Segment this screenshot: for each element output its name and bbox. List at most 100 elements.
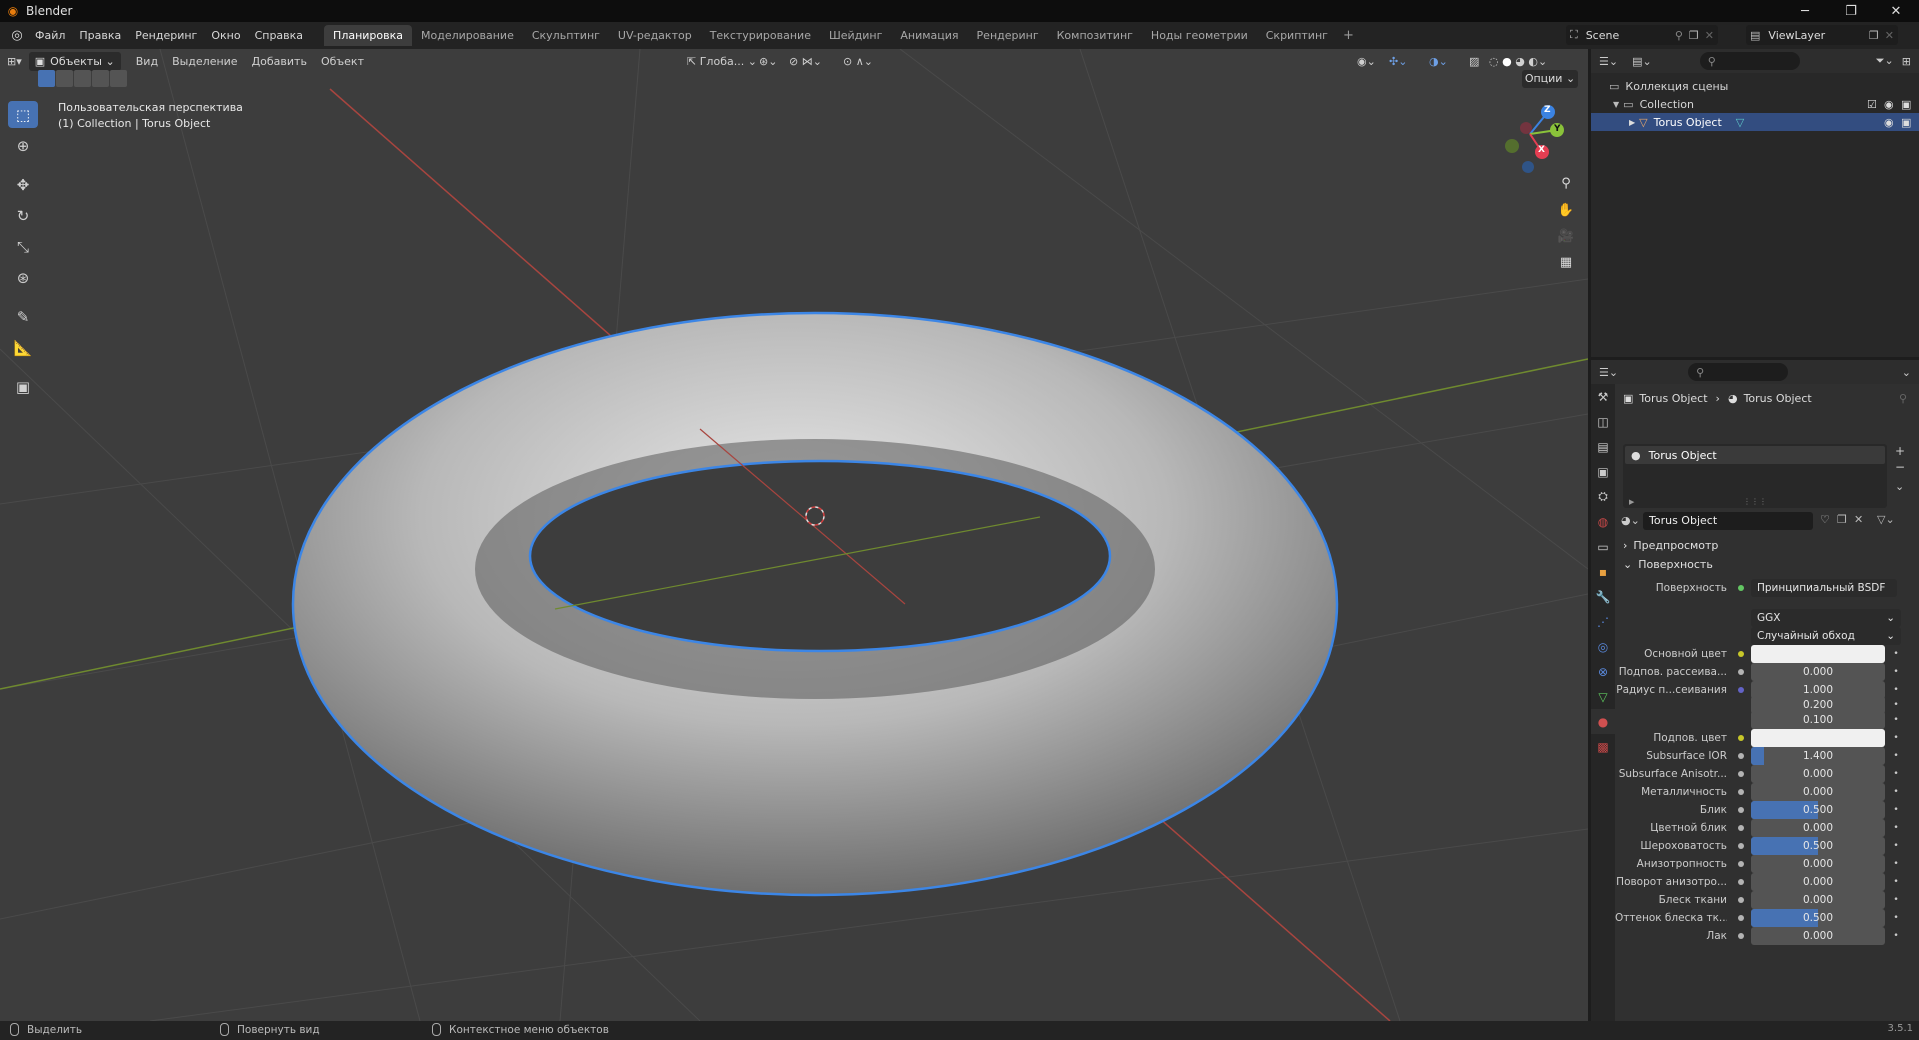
rendered-shading-icon[interactable]: ◐: [1528, 55, 1538, 68]
socket-dot[interactable]: [1735, 933, 1747, 939]
tab-texture-paint[interactable]: Текстурирование: [701, 25, 820, 46]
resize-handle-icon[interactable]: ⋮⋮⋮: [1743, 497, 1767, 506]
socket-dot[interactable]: [1735, 789, 1747, 795]
menu-render[interactable]: Рендеринг: [128, 26, 204, 46]
gizmo-x-label[interactable]: X: [1538, 145, 1545, 155]
gizmo-toggle-icon[interactable]: ✣⌄: [1382, 52, 1414, 72]
particles-tab-icon[interactable]: ⋰: [1591, 609, 1615, 634]
socket-dot[interactable]: [1735, 879, 1747, 885]
constraints-tab-icon[interactable]: ⊗: [1591, 659, 1615, 684]
wireframe-shading-icon[interactable]: ◌: [1489, 55, 1499, 68]
tab-animation[interactable]: Анимация: [891, 25, 967, 46]
select-mode-buttons[interactable]: [38, 70, 128, 87]
editor-type-icon[interactable]: ⊞▾: [0, 52, 29, 72]
keyframe-dot-icon[interactable]: •: [1891, 715, 1901, 725]
tab-compositing[interactable]: Композитинг: [1048, 25, 1142, 46]
socket-dot[interactable]: [1735, 669, 1747, 675]
keyframe-dot-icon[interactable]: •: [1891, 931, 1901, 941]
tab-geometry-nodes[interactable]: Ноды геометрии: [1142, 25, 1257, 46]
render-camera-icon[interactable]: ▣: [1901, 116, 1911, 129]
scale-tool-icon[interactable]: ⤡: [8, 233, 38, 260]
measure-tool-icon[interactable]: 📐: [8, 334, 38, 361]
add-workspace-button[interactable]: +: [1337, 28, 1360, 43]
pan-hand-icon[interactable]: ✋: [1553, 198, 1579, 222]
socket-dot[interactable]: [1735, 843, 1747, 849]
select-mode-intersect-icon[interactable]: [110, 70, 127, 87]
socket-dot[interactable]: [1735, 915, 1747, 921]
remove-scene-icon[interactable]: ✕: [1705, 29, 1714, 42]
fake-user-icon[interactable]: ♡: [1820, 513, 1830, 526]
value-slider[interactable]: 1.400: [1751, 747, 1885, 765]
scene-selector[interactable]: ⛶ Scene ⚲ ❐ ✕: [1566, 25, 1718, 45]
tab-shading[interactable]: Шейдинг: [820, 25, 891, 46]
3d-viewport[interactable]: Z Y X ⊞▾ ▣ Объекты ⌄ Вид Выделение Добав…: [0, 49, 1588, 1021]
keyframe-dot-icon[interactable]: •: [1891, 895, 1901, 905]
outliner-search-input[interactable]: ⚲: [1699, 52, 1800, 70]
keyframe-dot-icon[interactable]: •: [1891, 685, 1901, 695]
preview-panel-header[interactable]: › Предпросмотр: [1623, 539, 1718, 552]
collection-tab-icon[interactable]: ▭: [1591, 534, 1615, 559]
options-button[interactable]: Опции ⌄: [1522, 70, 1578, 88]
modifier-tab-icon[interactable]: 🔧: [1591, 584, 1615, 609]
snap-icon[interactable]: ⊘ ⋈⌄: [782, 52, 829, 72]
outliner-collection-row[interactable]: ▼ ▭ Collection ☑ ◉ ▣: [1591, 95, 1919, 113]
display-mode-icon[interactable]: ▤⌄: [1632, 55, 1652, 68]
socket-dot[interactable]: [1735, 753, 1747, 759]
value-slider[interactable]: 0.100: [1751, 711, 1885, 729]
menu-object[interactable]: Объект: [314, 52, 371, 72]
tab-sculpting[interactable]: Скульптинг: [523, 25, 609, 46]
chevron-down-icon[interactable]: ⌄: [1902, 366, 1911, 379]
keyframe-dot-icon[interactable]: •: [1891, 859, 1901, 869]
proportional-edit-icon[interactable]: ⊙ ∧⌄: [836, 52, 880, 72]
socket-dot[interactable]: [1735, 771, 1747, 777]
annotate-tool-icon[interactable]: ✎: [8, 303, 38, 330]
surface-panel-header[interactable]: ⌄ Поверхность: [1623, 558, 1713, 571]
menu-edit[interactable]: Правка: [72, 26, 128, 46]
menu-help[interactable]: Справка: [248, 26, 310, 46]
value-slider[interactable]: 0.500: [1751, 909, 1885, 927]
value-slider[interactable]: 0.000: [1751, 891, 1885, 909]
menu-select[interactable]: Выделение: [165, 52, 245, 72]
value-slider[interactable]: 0.500: [1751, 837, 1885, 855]
texture-tab-icon[interactable]: ▩: [1591, 734, 1615, 759]
transform-tool-icon[interactable]: ⊛: [8, 264, 38, 291]
expand-arrow-icon[interactable]: ▶: [1629, 118, 1635, 127]
new-view-layer-icon[interactable]: ❐: [1869, 29, 1879, 42]
restore-button[interactable]: ❐: [1828, 0, 1874, 22]
keyframe-dot-icon[interactable]: •: [1891, 667, 1901, 677]
tab-modeling[interactable]: Моделирование: [412, 25, 523, 46]
viewport-canvas[interactable]: [0, 49, 1588, 1021]
solid-shading-icon[interactable]: ●: [1502, 55, 1512, 68]
shading-modes[interactable]: ◌ ● ◕ ◐⌄: [1482, 52, 1554, 72]
visibility-eye-icon[interactable]: ◉: [1884, 116, 1894, 129]
menu-view[interactable]: Вид: [129, 52, 165, 72]
editor-type-icon[interactable]: ☰⌄: [1599, 55, 1618, 68]
keyframe-dot-icon[interactable]: •: [1891, 823, 1901, 833]
remove-slot-button[interactable]: −: [1895, 460, 1905, 474]
keyframe-dot-icon[interactable]: •: [1891, 913, 1901, 923]
expand-arrow-icon[interactable]: ▼: [1613, 100, 1619, 109]
exclude-checkbox-icon[interactable]: ☑: [1867, 98, 1877, 111]
menu-file[interactable]: Файл: [28, 26, 72, 46]
gizmo-z-label[interactable]: Z: [1544, 105, 1551, 115]
material-name-field[interactable]: Torus Object: [1643, 512, 1813, 530]
material-shading-icon[interactable]: ◕: [1515, 55, 1525, 68]
outliner-scene-collection[interactable]: ▭ Коллекция сцены: [1591, 77, 1919, 95]
expand-arrow-icon[interactable]: ▶: [1629, 498, 1634, 506]
select-box-tool-icon[interactable]: ⬚: [8, 101, 38, 128]
output-tab-icon[interactable]: ▤: [1591, 434, 1615, 459]
material-slot-list[interactable]: ● Torus Object ⋮⋮⋮ ▶: [1623, 444, 1887, 508]
tab-scripting[interactable]: Скриптинг: [1257, 25, 1337, 46]
socket-dot[interactable]: [1735, 807, 1747, 813]
visibility-icon[interactable]: ◉⌄: [1350, 52, 1383, 72]
keyframe-dot-icon[interactable]: •: [1891, 733, 1901, 743]
close-button[interactable]: ✕: [1873, 0, 1919, 22]
menu-window[interactable]: Окно: [204, 26, 247, 46]
cursor-tool-icon[interactable]: ⊕: [8, 132, 38, 159]
select-mode-extend-icon[interactable]: [56, 70, 73, 87]
physics-tab-icon[interactable]: ◎: [1591, 634, 1615, 659]
value-slider[interactable]: 0.500: [1751, 801, 1885, 819]
gizmo-y-label[interactable]: Y: [1554, 124, 1561, 134]
browse-material-icon[interactable]: ◕⌄: [1621, 514, 1640, 527]
material-tab-icon[interactable]: ●: [1591, 709, 1615, 734]
